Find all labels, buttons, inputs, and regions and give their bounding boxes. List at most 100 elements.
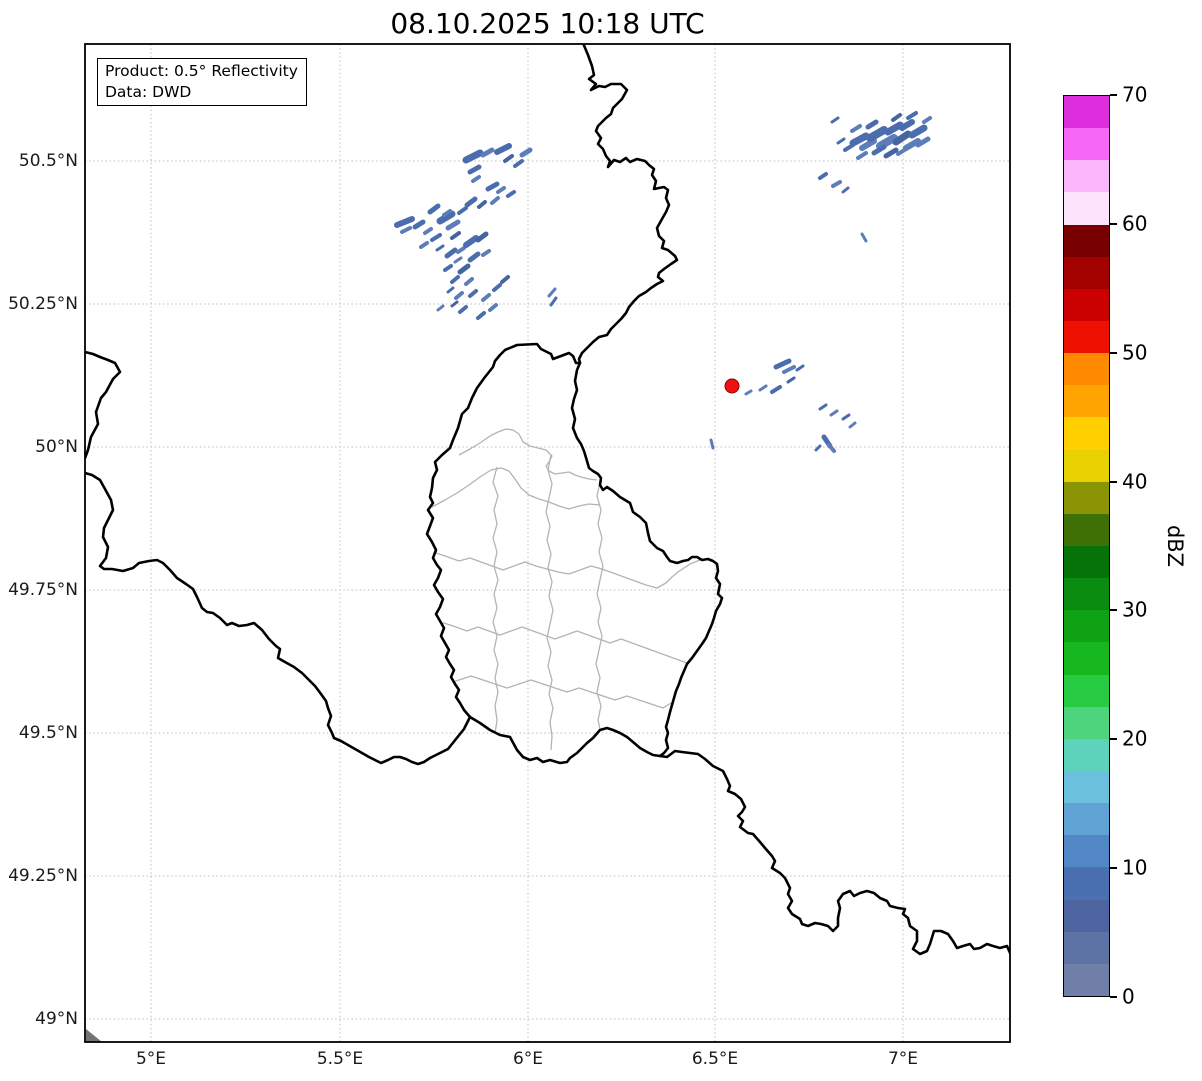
radar-echo — [758, 384, 768, 392]
radar-echo — [865, 119, 879, 130]
colorbar-segment — [1064, 449, 1109, 482]
colorbar-tick-label: 10 — [1122, 855, 1148, 880]
colorbar-segment — [1064, 642, 1109, 675]
radar-echo — [458, 305, 468, 314]
radar-site-marker-layer — [724, 378, 740, 394]
map-fragment-triangle — [86, 1029, 102, 1042]
colorbar-segment — [1064, 738, 1109, 772]
x-tick-label: 5°E — [135, 1049, 167, 1069]
radar-echo — [419, 241, 429, 249]
radar-echo — [860, 232, 868, 243]
radar-echo — [467, 164, 482, 175]
radar-echo — [436, 304, 445, 312]
radar-echo — [513, 159, 524, 168]
map-svg — [84, 43, 1011, 1043]
x-tick-label: 7°E — [887, 1049, 919, 1069]
radar-echo — [450, 275, 460, 284]
colorbar-tick-label: 60 — [1122, 211, 1148, 236]
radar-echo — [443, 264, 453, 272]
y-tick-label: 49.5°N — [18, 723, 78, 743]
colorbar-segment — [1064, 899, 1109, 932]
radar-echo — [453, 256, 463, 264]
colorbar-segment — [1064, 288, 1109, 322]
colorbar-segment — [1064, 256, 1109, 289]
radar-echo — [892, 130, 912, 146]
radar-echo — [450, 300, 459, 308]
colorbar-axis-label: dBZ — [1163, 524, 1187, 568]
radar-echo — [481, 293, 491, 302]
radar-echo — [876, 134, 898, 150]
colorbar-tick — [1110, 867, 1117, 870]
colorbar-segment — [1064, 835, 1109, 868]
colorbar-segment — [1064, 546, 1109, 579]
radar-echo — [480, 147, 495, 158]
radar-echo — [464, 277, 474, 286]
radar-echo — [400, 226, 412, 234]
radar-echo — [866, 126, 888, 142]
radar-echo — [827, 443, 836, 453]
colorbar-segment — [1064, 481, 1109, 514]
colorbar-segment — [1064, 706, 1109, 739]
radar-echo — [519, 147, 533, 158]
radar-echo — [423, 227, 433, 235]
radar-echo — [547, 287, 557, 298]
radar-echo — [445, 219, 461, 231]
radar-map-figure: 08.10.2025 10:18 UTC Product: 0.5° Refle… — [0, 0, 1202, 1081]
radar-echo — [500, 275, 510, 284]
radar-echo — [494, 143, 512, 155]
colorbar-segment — [1064, 771, 1109, 804]
colorbar-segment — [1064, 513, 1109, 547]
colorbar-tick-label: 40 — [1122, 469, 1148, 494]
radar-echo — [859, 138, 877, 151]
border-left-edge-lobe — [85, 350, 122, 460]
radar-echo — [884, 121, 904, 136]
radar-echo — [836, 137, 846, 145]
border-luxembourg — [425, 342, 724, 765]
colorbar-segment — [1064, 803, 1109, 836]
radar-echo — [467, 251, 481, 263]
colorbar-tick-label: 30 — [1122, 597, 1148, 622]
radar-echo — [908, 124, 928, 139]
colorbar — [1063, 95, 1110, 997]
radar-echo — [435, 244, 445, 252]
radar-echo — [485, 181, 500, 192]
radar-echo — [468, 289, 478, 298]
radar-echo — [906, 111, 918, 120]
radar-echo — [829, 409, 839, 417]
colorbar-segment — [1064, 385, 1109, 418]
radar-echo — [891, 113, 902, 122]
y-tick-label: 50.5°N — [18, 151, 78, 171]
radar-echo — [503, 154, 514, 163]
radar-echo — [457, 263, 471, 275]
legend-data-line: Data: DWD — [105, 82, 192, 101]
radar-echo — [709, 438, 715, 450]
radar-echo — [843, 143, 855, 152]
radar-echo — [430, 233, 442, 242]
radar-echo — [475, 231, 489, 243]
colorbar-segment — [1064, 128, 1109, 161]
radar-echo — [848, 421, 857, 429]
y-tick-label: 50°N — [35, 437, 78, 457]
colorbar-segment — [1064, 674, 1109, 707]
radar-echo — [481, 249, 491, 257]
radar-echo — [471, 175, 481, 183]
radar-echo — [849, 132, 870, 147]
radar-echo — [549, 296, 558, 307]
radar-echo — [454, 291, 464, 300]
radar-echo — [444, 247, 458, 259]
radar-echo — [782, 365, 796, 374]
radar-echo — [457, 206, 468, 215]
colorbar-tick — [1110, 222, 1117, 225]
colorbar-tick-label: 50 — [1122, 340, 1148, 365]
radar-echo — [818, 172, 828, 180]
radar-echo — [786, 376, 796, 384]
radar-echo — [770, 385, 782, 394]
colorbar-segment — [1064, 867, 1109, 900]
radar-echo — [477, 200, 487, 209]
radar-echo — [412, 219, 426, 230]
colorbar-segments — [1064, 96, 1109, 996]
radar-echo — [476, 311, 486, 320]
radar-echo — [896, 147, 908, 156]
radar-echo — [492, 283, 502, 292]
legend-product-line: Product: 0.5° Reflectivity — [105, 62, 298, 80]
